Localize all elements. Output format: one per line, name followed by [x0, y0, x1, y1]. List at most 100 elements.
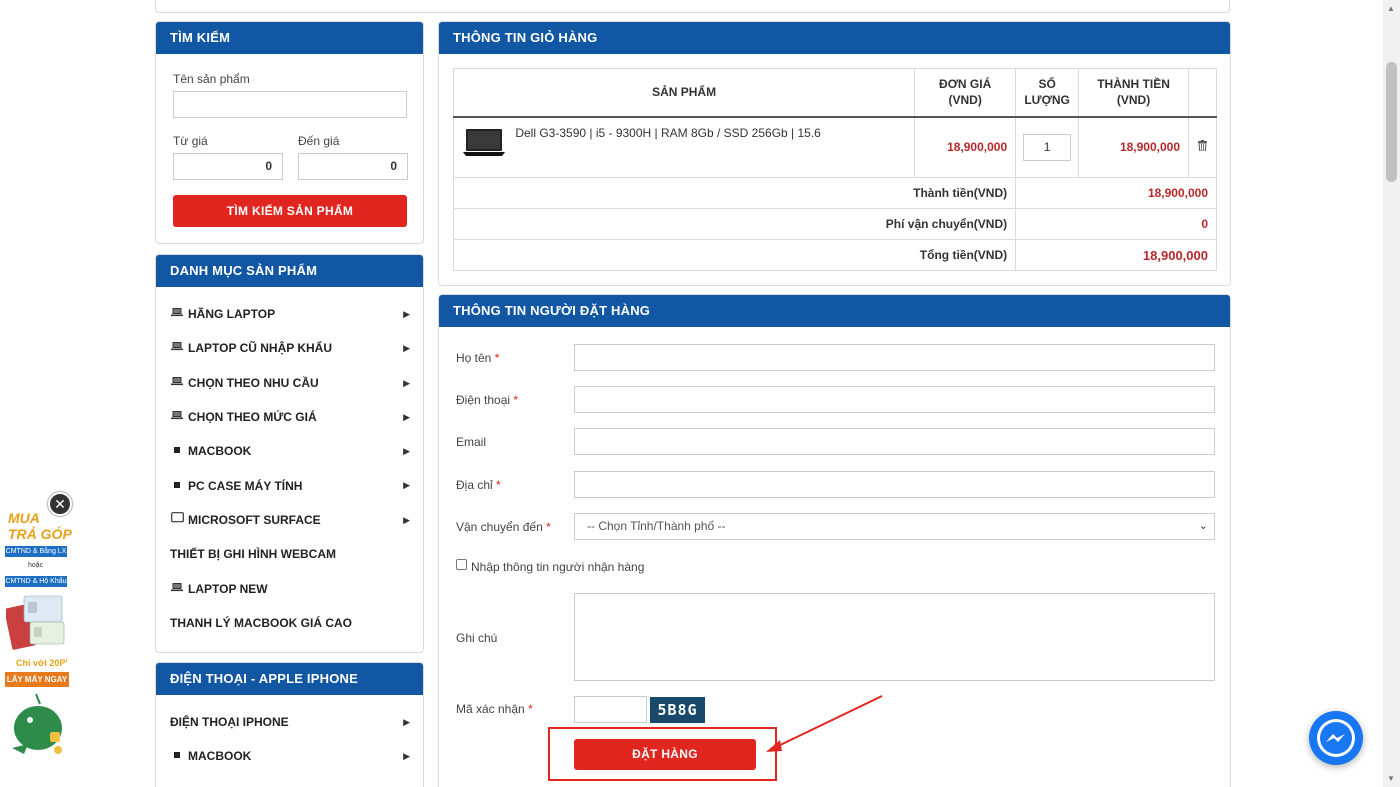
- category-item-label: THIẾT BỊ GHI HÌNH WEBCAM: [170, 547, 336, 562]
- square-icon: [170, 434, 184, 468]
- category-item[interactable]: CHỌN THEO NHU CẦU ▶: [170, 366, 410, 400]
- shipping-row: Phí vận chuyển(VND) 0: [452, 208, 1217, 240]
- category-item[interactable]: MACBOOK ▶: [170, 434, 410, 468]
- price-from-input[interactable]: 0: [173, 153, 283, 180]
- subtotal-value: 18,900,000: [1015, 177, 1217, 209]
- product-thumbnail[interactable]: [462, 126, 506, 158]
- email-label: Email: [456, 435, 487, 449]
- note-textarea[interactable]: [574, 593, 1215, 681]
- grand-total-row: Tổng tiền(VND) 18,900,000: [452, 239, 1217, 271]
- phone-category-list: ĐIỆN THOẠI IPHONE ▶ MACBOOK ▶: [170, 705, 410, 774]
- category-item-label: HÃNG LAPTOP: [188, 307, 276, 322]
- col-unit-price-line2: (VND): [948, 93, 982, 108]
- caret-right-icon[interactable]: ▶: [403, 297, 410, 331]
- trash-icon[interactable]: [1198, 140, 1207, 152]
- search-panel: TÌM KIẾM Tên sản phẩm Từ giá Đến giá 0 0…: [155, 21, 424, 244]
- province-select[interactable]: -- Chọn Tỉnh/Thành phố -- ⌄: [574, 513, 1215, 540]
- col-total: THÀNH TIỀN (VND): [1078, 68, 1189, 118]
- ship-to-label-text: Vận chuyển đến: [456, 520, 543, 534]
- category-item[interactable]: THANH LÝ MACBOOK GIÁ CAO: [170, 606, 410, 640]
- captcha-input[interactable]: [574, 696, 647, 723]
- product-name-link[interactable]: Dell G3-3590 | i5 - 9300H | RAM 8Gb / SS…: [515, 126, 821, 140]
- cart-panel-title: THÔNG TIN GIỎ HÀNG: [439, 22, 1230, 54]
- phone-category-item-label: ĐIỆN THOẠI IPHONE: [170, 715, 289, 730]
- col-quantity: SỐ LƯỢNG: [1015, 68, 1080, 118]
- promo-line-installment: TRẢ GÓP: [8, 526, 72, 542]
- caret-right-icon[interactable]: ▶: [403, 366, 410, 400]
- laptop-icon: [170, 572, 184, 606]
- messenger-chat-button[interactable]: [1309, 711, 1363, 765]
- category-item[interactable]: LAPTOP NEW: [170, 571, 410, 605]
- phone-category-item[interactable]: MACBOOK ▶: [170, 739, 410, 773]
- col-unit-price: ĐƠN GIÁ (VND): [914, 68, 1017, 118]
- scroll-down-icon[interactable]: ▼: [1387, 774, 1395, 783]
- product-name-input[interactable]: [173, 91, 407, 118]
- captcha-label: Mã xác nhận *: [456, 702, 533, 716]
- receiver-info-label: Nhập thông tin người nhận hàng: [471, 560, 645, 574]
- receiver-info-checkbox[interactable]: [456, 559, 467, 570]
- order-panel-title: THÔNG TIN NGƯỜI ĐẶT HÀNG: [439, 295, 1230, 327]
- cart-item-product: Dell G3-3590 | i5 - 9300H | RAM 8Gb / SS…: [452, 116, 916, 178]
- phone-input[interactable]: [574, 386, 1215, 413]
- captcha-image: 5B8G: [650, 697, 705, 723]
- caret-right-icon[interactable]: ▶: [403, 705, 410, 739]
- promo-line-get-now: LẤY MÁY NGAY: [5, 672, 69, 687]
- col-actions: [1188, 68, 1217, 118]
- phone-category-item[interactable]: ĐIỆN THOẠI IPHONE ▶: [170, 705, 410, 739]
- subtotal-label: Thành tiền(VND): [452, 177, 1017, 209]
- cart-header-row: SẢN PHẨM ĐƠN GIÁ (VND) SỐ LƯỢNG THÀNH TIỀN…: [452, 68, 1217, 118]
- category-item-label: PC CASE MÁY TÍNH: [188, 478, 303, 493]
- category-item-label: MACBOOK: [188, 444, 252, 459]
- shipping-value: 0: [1015, 208, 1217, 240]
- id-cards-icon: [6, 595, 65, 650]
- category-item-label: MICROSOFT SURFACE: [188, 512, 321, 527]
- annotation-arrow-icon: [766, 695, 883, 752]
- square-icon: [170, 469, 184, 503]
- caret-right-icon[interactable]: ▶: [403, 468, 410, 502]
- category-item[interactable]: PC CASE MÁY TÍNH ▶: [170, 468, 410, 502]
- col-total-line2: (VND): [1116, 93, 1151, 108]
- email-input[interactable]: [574, 428, 1215, 455]
- col-quantity-line1: SỐ: [1038, 77, 1056, 92]
- ship-to-label: Vận chuyển đến *: [456, 520, 551, 534]
- category-list: HÃNG LAPTOP ▶ LAPTOP CŨ NHẬP KHẨU ▶ CHỌN THE…: [170, 297, 410, 640]
- promo-line-buy: MUA: [8, 510, 40, 526]
- price-to-input[interactable]: 0: [298, 153, 408, 180]
- search-products-button[interactable]: TÌM KIẾM SẢN PHẨM: [173, 195, 407, 227]
- laptop-icon: [170, 331, 184, 365]
- scroll-up-icon[interactable]: ▲: [1387, 4, 1395, 13]
- phone-label: Điện thoại *: [456, 393, 518, 407]
- caret-right-icon[interactable]: ▶: [403, 739, 410, 773]
- category-item[interactable]: LAPTOP CŨ NHẬP KHẨU ▶: [170, 331, 410, 365]
- promo-tag-id-household: CMTND & Hộ Khẩu: [5, 576, 67, 587]
- subtotal-row: Thành tiền(VND) 18,900,000: [452, 177, 1217, 209]
- caret-right-icon[interactable]: ▶: [403, 331, 410, 365]
- grand-total-label: Tổng tiền(VND): [452, 239, 1017, 271]
- cart-item-qty-cell: 1: [1015, 116, 1080, 178]
- square-icon: [170, 739, 184, 773]
- required-mark: *: [546, 520, 551, 534]
- laptop-icon: [170, 400, 184, 434]
- delete-item-cell: [1188, 116, 1217, 178]
- category-item[interactable]: HÃNG LAPTOP ▶: [170, 297, 410, 331]
- caret-right-icon[interactable]: ▶: [403, 503, 410, 537]
- col-product: SẢN PHẨM: [452, 68, 916, 118]
- required-mark: *: [528, 702, 533, 716]
- category-panel: DANH MỤC SẢN PHẨM HÃNG LAPTOP ▶ LAPTOP CŨ …: [155, 254, 424, 653]
- category-item[interactable]: THIẾT BỊ GHI HÌNH WEBCAM: [170, 537, 410, 571]
- category-item[interactable]: CHỌN THEO MỨC GIÁ ▶: [170, 400, 410, 434]
- fullname-label-text: Họ tên: [456, 351, 492, 365]
- installment-promo-banner[interactable]: ✕ MUA TRẢ GÓP CMTND & Bằng LX hoặc CMTND…: [0, 492, 75, 762]
- close-icon[interactable]: ✕: [48, 492, 72, 516]
- quantity-input[interactable]: 1: [1023, 133, 1072, 161]
- caret-right-icon[interactable]: ▶: [403, 434, 410, 468]
- page-scrollbar[interactable]: ▲ ▼: [1383, 0, 1400, 787]
- scrollbar-thumb[interactable]: [1386, 62, 1397, 182]
- caret-right-icon[interactable]: ▶: [403, 400, 410, 434]
- piggy-bank-icon: [12, 693, 62, 754]
- laptop-icon: [170, 366, 184, 400]
- address-input[interactable]: [574, 471, 1215, 498]
- cart-item-unit-price: 18,900,000: [914, 116, 1017, 178]
- fullname-input[interactable]: [574, 344, 1215, 371]
- category-item[interactable]: MICROSOFT SURFACE ▶: [170, 503, 410, 537]
